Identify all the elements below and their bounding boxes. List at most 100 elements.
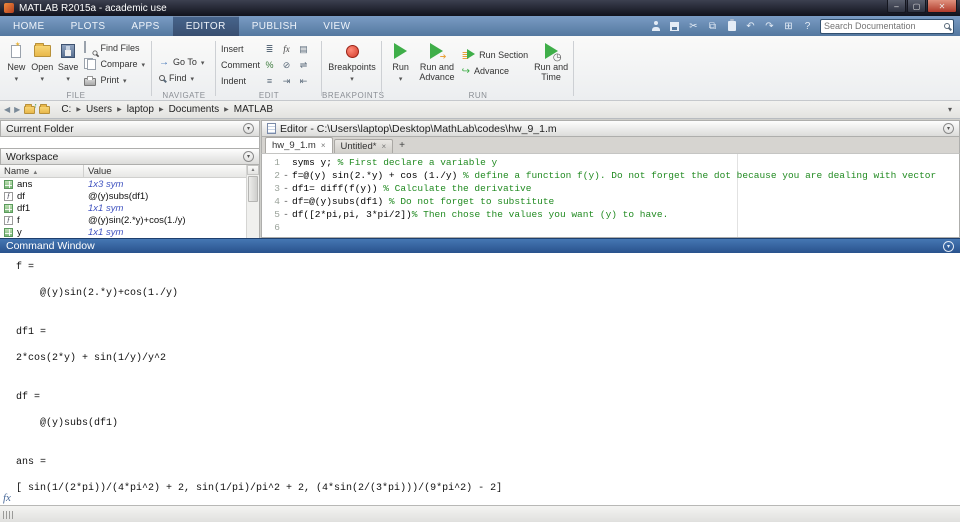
document-icon [267,123,276,134]
search-input[interactable] [824,21,941,31]
workspace-row[interactable]: ƒdf @(y)subs(df1) [0,190,259,202]
editor-menu-icon[interactable] [943,123,954,134]
breadcrumb-item-users[interactable]: Users [83,104,115,115]
tab-close-icon[interactable] [321,141,326,150]
code-line: 4 - df=@(y)subs(df1) % Do not forget to … [262,195,959,208]
close-button[interactable] [927,0,957,13]
tab-close-icon[interactable] [381,142,386,151]
current-folder-header: Current Folder [0,120,260,137]
scrollbar-thumb[interactable] [248,176,258,202]
statusbar-grip-handle[interactable] [3,511,14,519]
browse-folder-icon[interactable] [39,106,50,114]
run-and-advance-button[interactable]: ➔ Run and Advance [417,39,456,89]
ribbon-tab-plots[interactable]: PLOTS [58,16,119,36]
workspace-menu-icon[interactable] [243,151,254,162]
run-button[interactable]: Run [387,39,414,89]
breadcrumb-item-documents[interactable]: Documents [166,104,223,115]
goto-button[interactable]: → Go To [157,55,206,69]
editor-tab-bar: hw_9_1.m Untitled* + [261,137,960,153]
find-label: Find [169,73,187,83]
function-handle-icon: ƒ [4,192,13,201]
new-tab-button[interactable]: + [394,140,410,151]
current-folder-menu-icon[interactable] [243,123,254,134]
editor-tab-hw-9-1[interactable]: hw_9_1.m [265,137,333,153]
workspace-column-header: Name Value [0,165,259,178]
ribbon-tab-publish[interactable]: PUBLISH [239,16,311,36]
new-button[interactable]: ★ New [5,39,28,89]
edit-section-label: EDIT [216,91,322,100]
copy-icon[interactable]: ⧉ [706,19,719,33]
quick-save-icon[interactable] [668,19,681,33]
workspace-row[interactable]: y 1x1 sym [0,226,259,238]
new-label: New [7,62,25,72]
maximize-button[interactable] [907,0,926,13]
find-files-label: Find Files [100,43,139,53]
up-one-level-icon[interactable]: ↑ [24,106,35,114]
function-handle-icon: ƒ [4,216,13,225]
editor-tab-untitled[interactable]: Untitled* [334,139,394,153]
search-icon[interactable] [944,23,950,29]
breakpoints-label: Breakpoints [328,62,376,72]
indent-left-icon[interactable]: ⇤ [297,76,310,87]
find-button[interactable]: Find [157,71,206,85]
ribbon-tab-view[interactable]: VIEW [310,16,363,36]
comment-icon[interactable]: % [263,60,276,70]
print-button[interactable]: Print [82,73,147,87]
save-floppy-icon [61,41,75,61]
ribbon-tab-home[interactable]: HOME [0,16,58,36]
ribbon-tab-editor[interactable]: EDITOR [173,16,239,36]
breadcrumb: C: Users laptop Documents MATLAB [58,104,276,115]
compare-button[interactable]: Compare [82,57,147,71]
redo-icon[interactable]: ↷ [763,19,776,33]
wrap-comments-icon[interactable]: ⇌ [297,60,310,71]
breakpoints-button[interactable]: Breakpoints [327,39,377,89]
breadcrumb-item-laptop[interactable]: laptop [124,104,157,115]
workspace-row[interactable]: ƒf @(y)sin(2.*y)+cos(1./y) [0,214,259,226]
find-dropdown-icon [191,73,195,83]
indent-right-icon[interactable]: ⇥ [280,76,293,87]
advance-button[interactable]: ↪ Advance [460,64,531,78]
run-label: Run [392,62,409,72]
insert-block-icon[interactable]: ▤ [297,44,310,55]
open-button[interactable]: Open [31,39,54,89]
breadcrumb-item-drive[interactable]: C: [58,104,74,115]
scroll-up-icon[interactable]: ▲ [247,165,259,175]
crumb-separator-icon [157,106,166,113]
forward-icon[interactable]: ▶ [14,105,20,114]
advance-icon: ↪ [462,66,470,77]
command-window-menu-icon[interactable] [943,241,954,252]
editor-title: Editor - C:\Users\laptop\Desktop\MathLab… [280,123,557,135]
code-editor[interactable]: 1 syms y; % First declare a variable y 2… [261,153,960,238]
back-icon[interactable]: ◀ [4,105,10,114]
paste-icon[interactable] [725,19,738,33]
ribbon-tab-apps[interactable]: APPS [118,16,172,36]
save-button[interactable]: Save [57,39,80,89]
workspace-row[interactable]: ans 1x3 sym [0,178,259,190]
run-and-advance-label: Run and Advance [417,62,456,83]
breadcrumb-item-matlab[interactable]: MATLAB [231,104,276,115]
function-hints-button[interactable]: fx [3,492,11,504]
status-bar [0,505,960,522]
print-label: Print [100,75,119,85]
user-account-icon[interactable] [649,19,662,33]
column-header-name[interactable]: Name [0,165,84,177]
smart-indent-icon[interactable]: ≡ [263,76,276,86]
minimize-button[interactable] [887,0,906,13]
switch-windows-icon[interactable]: ⊞ [782,19,795,33]
cut-icon[interactable]: ✂ [687,19,700,33]
sym-variable-icon [4,228,13,237]
column-header-value[interactable]: Value [84,165,259,177]
print-icon [84,78,96,86]
find-files-button[interactable]: Find Files [82,41,147,55]
command-window-body[interactable]: f = @(y)sin(2.*y)+cos(1./y) df1 = 2*cos(… [0,253,960,505]
run-and-time-button[interactable]: ◷ Run and Time [533,39,569,89]
undo-icon[interactable]: ↶ [744,19,757,33]
insert-section-icon[interactable]: ≣ [263,44,276,55]
run-dropdown-icon [399,73,403,83]
workspace-row[interactable]: df1 1x1 sym [0,202,259,214]
run-section-button[interactable]: ≣ Run Section [460,48,531,62]
path-dropdown-icon[interactable] [948,105,956,114]
uncomment-icon[interactable]: ⊘ [280,60,293,71]
help-icon[interactable]: ? [801,19,814,33]
insert-function-icon[interactable]: fx [280,44,293,54]
